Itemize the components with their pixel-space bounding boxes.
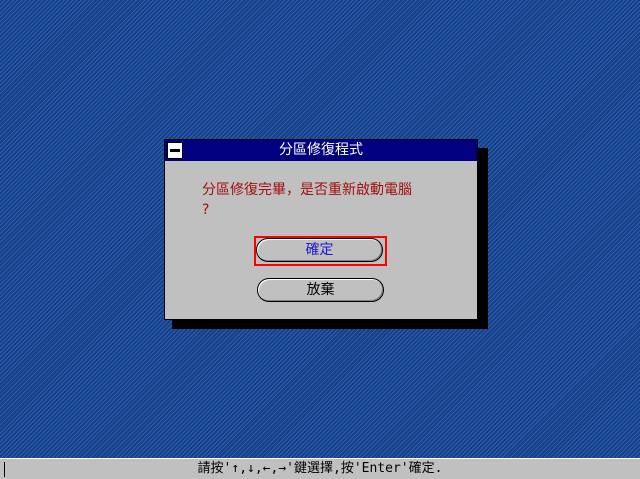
dialog-title: 分區修復程式 bbox=[279, 142, 363, 158]
message-line-2: ? bbox=[202, 202, 210, 218]
message-line-1: 分區修復完畢，是否重新啟動電腦 bbox=[202, 182, 412, 198]
ok-button[interactable]: 確定 bbox=[256, 238, 383, 262]
cancel-button[interactable]: 放棄 bbox=[257, 278, 384, 302]
dialog-titlebar: 分區修復程式 bbox=[165, 140, 477, 161]
dialog-message: 分區修復完畢，是否重新啟動電腦 ? bbox=[202, 180, 462, 220]
minus-icon bbox=[170, 149, 180, 152]
status-bar: 請按'↑,↓,←,→'鍵選擇,按'Enter'確定. bbox=[0, 458, 640, 479]
partition-repair-dialog: 分區修復程式 分區修復完畢，是否重新啟動電腦 ? 確定 放棄 bbox=[164, 139, 478, 320]
system-menu-icon[interactable] bbox=[167, 142, 183, 159]
status-hint-text: 請按'↑,↓,←,→'鍵選擇,按'Enter'確定. bbox=[197, 461, 443, 476]
